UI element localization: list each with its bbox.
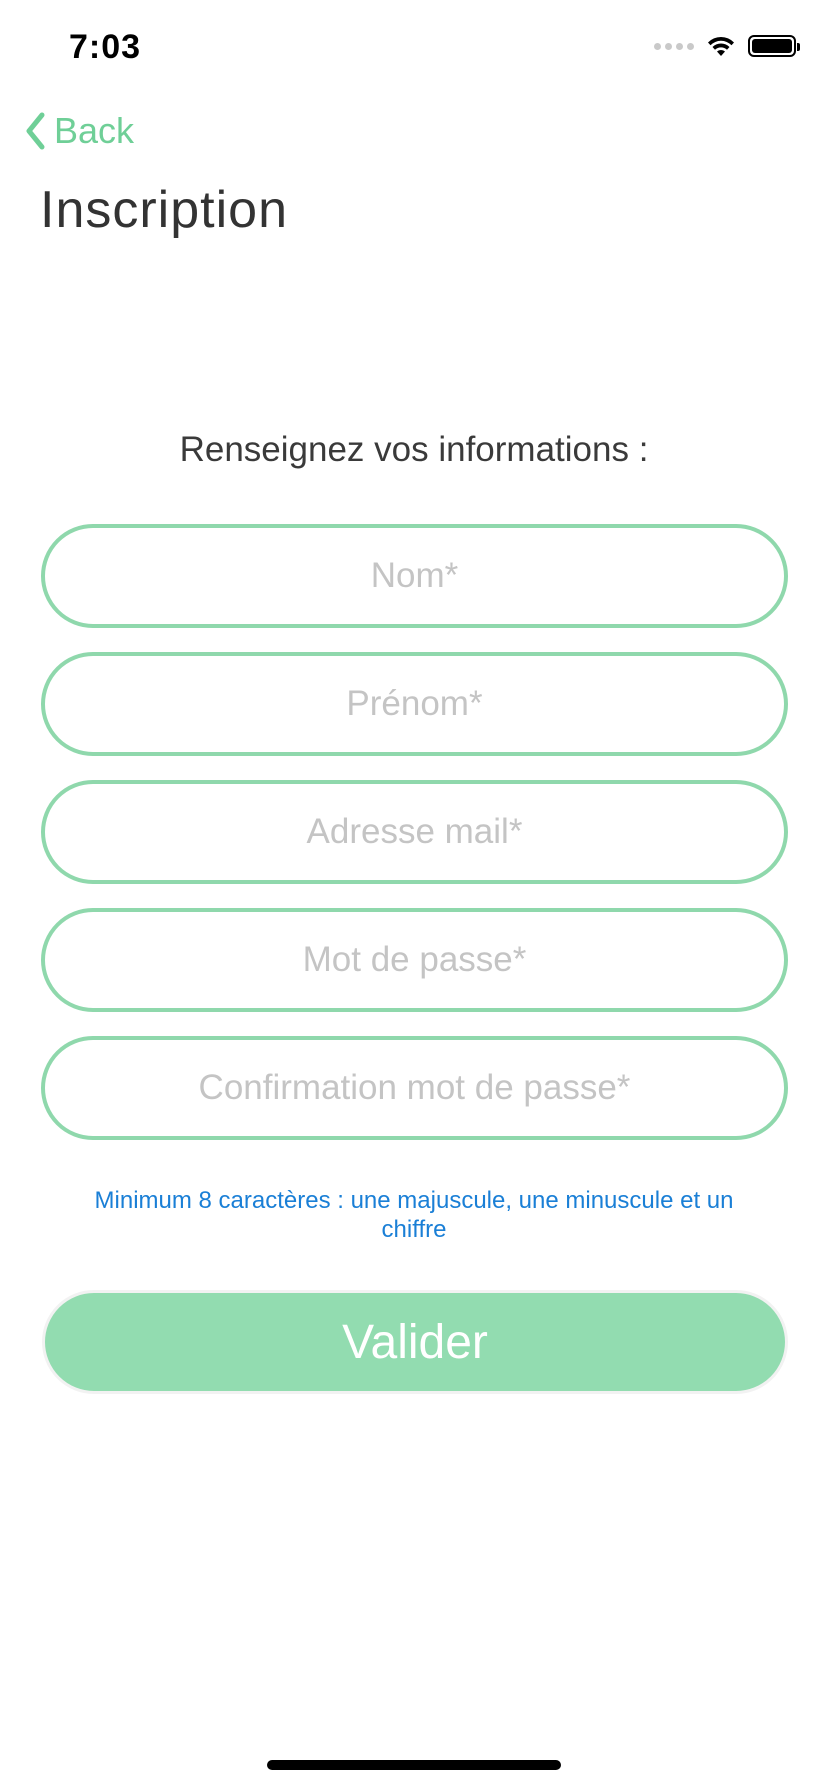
form-prompt: Renseignez vos informations : [179,430,649,469]
back-button[interactable]: Back [24,110,134,152]
cellular-signal-icon [654,42,694,50]
battery-icon [748,35,800,57]
password-confirm-field[interactable] [41,1036,788,1140]
last-name-field[interactable] [41,524,788,628]
status-indicators [654,34,800,58]
status-time: 7:03 [69,28,142,66]
page-title: Inscription [40,181,288,239]
password-hint: Minimum 8 caractères : une majuscule, un… [94,1187,734,1243]
email-field[interactable] [41,780,788,884]
chevron-left-icon [26,112,45,150]
signup-screen: 7:03 Back Inscription Renseignez vos inf… [0,0,828,1792]
submit-button[interactable]: Valider [42,1290,788,1394]
back-label: Back [54,110,135,151]
wifi-icon [708,36,734,56]
first-name-field[interactable] [41,652,788,756]
home-indicator[interactable] [267,1760,561,1770]
signup-fields [41,524,788,1164]
password-field[interactable] [41,908,788,1012]
